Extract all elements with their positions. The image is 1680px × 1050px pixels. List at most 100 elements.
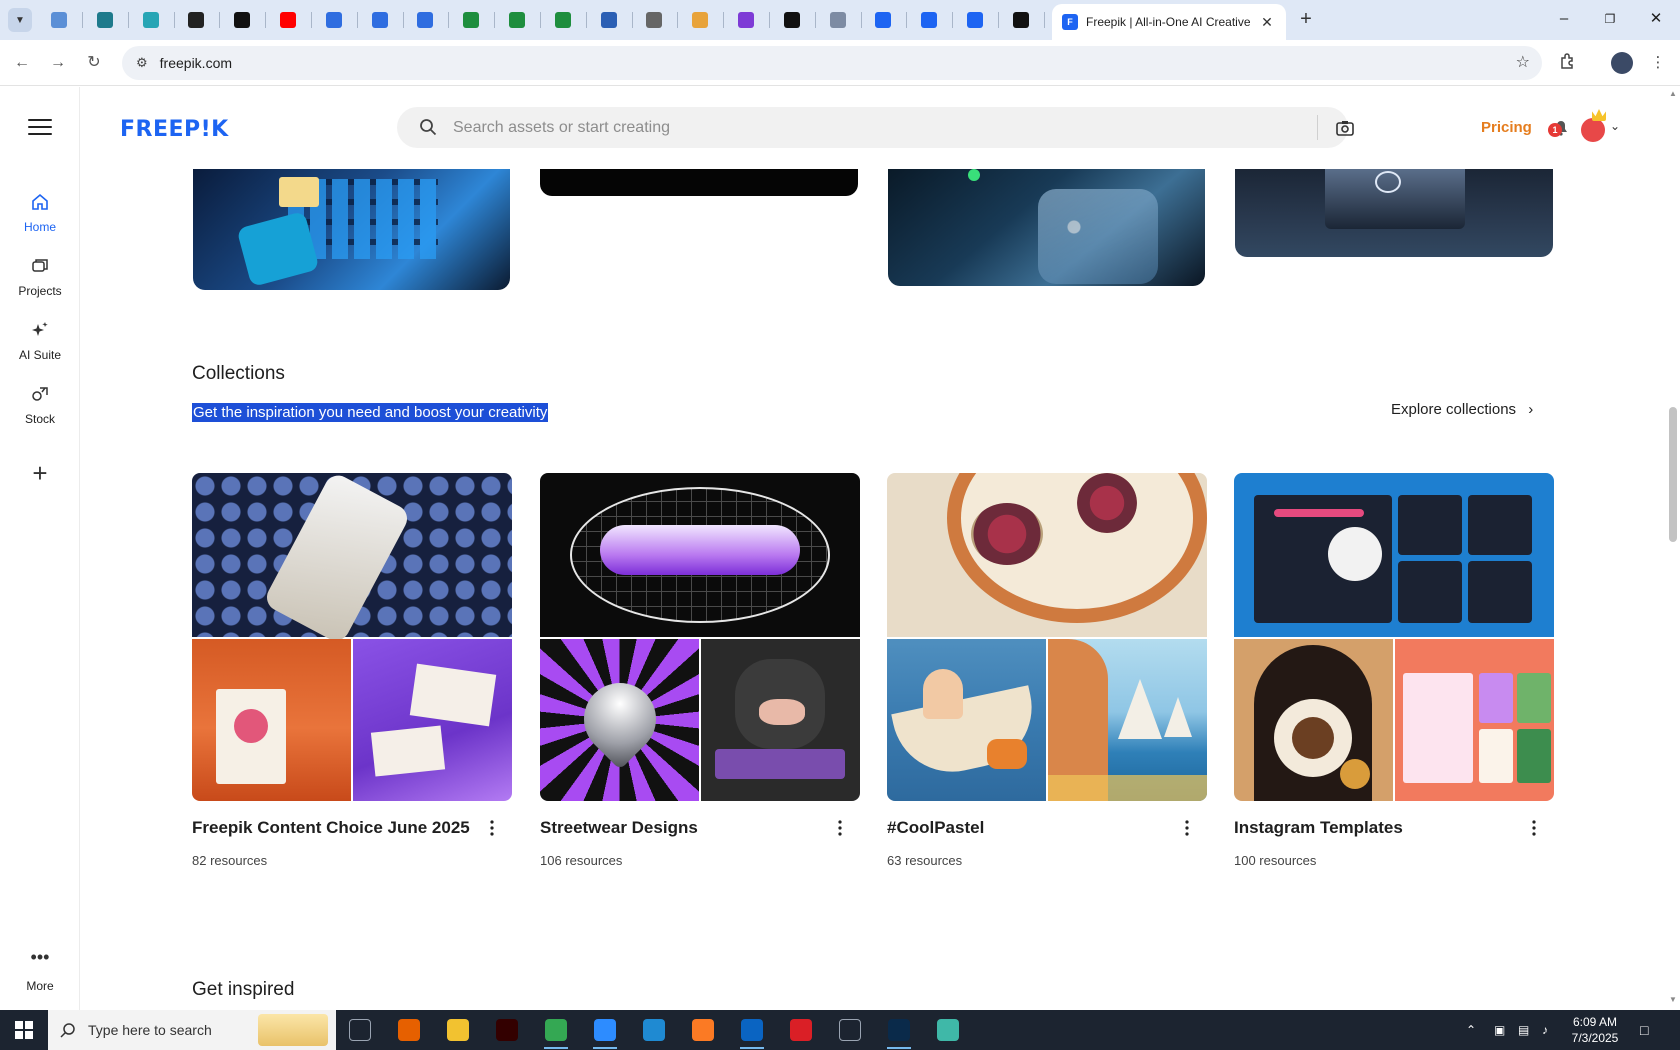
scrollbar-thumb[interactable] [1669, 407, 1677, 542]
collection-card[interactable]: Instagram Templates 100 resources [1234, 473, 1554, 868]
search-input[interactable] [453, 115, 1263, 140]
pinned-tab[interactable] [460, 9, 482, 31]
notification-center-icon[interactable]: □ [1640, 1010, 1648, 1050]
pinned-tab[interactable] [323, 9, 345, 31]
volume-icon[interactable]: ♪ [1542, 1010, 1548, 1050]
pinned-tab[interactable] [48, 9, 70, 31]
freepik-logo[interactable]: FREEP!K [120, 117, 229, 142]
add-plus-icon[interactable]: + [20, 454, 60, 494]
taskbar-app[interactable] [438, 1015, 478, 1045]
minimize-icon[interactable]: – [1544, 8, 1584, 32]
collection-thumbnail[interactable] [887, 473, 1207, 801]
pinned-tab[interactable] [185, 9, 207, 31]
collection-thumbnail[interactable] [192, 473, 512, 801]
pinned-tab[interactable] [277, 9, 299, 31]
address-bar[interactable]: ⚙ freepik.com ☆ [122, 46, 1542, 80]
taskbar-app[interactable] [487, 1015, 527, 1045]
sidebar-item-ai-suite[interactable]: AI Suite [0, 320, 80, 364]
camera-search-icon[interactable] [1335, 118, 1355, 138]
kebab-menu-icon[interactable] [1526, 819, 1542, 837]
scroll-down-arrow-icon[interactable]: ▼ [1669, 995, 1677, 1004]
taskbar-app[interactable] [340, 1015, 380, 1045]
taskbar-app[interactable] [389, 1015, 429, 1045]
pinned-tab[interactable] [872, 9, 894, 31]
taskbar-app[interactable] [536, 1015, 576, 1049]
start-button[interactable] [0, 1010, 48, 1050]
pinned-tab[interactable] [918, 9, 940, 31]
sidebar-item-home[interactable]: Home [0, 192, 80, 236]
show-hidden-icons-chevron-icon[interactable]: ⌃ [1466, 1010, 1476, 1050]
collection-card[interactable]: Freepik Content Choice June 2025 82 reso… [192, 473, 512, 868]
extensions-puzzle-icon[interactable] [1556, 52, 1580, 76]
pinned-tab[interactable] [506, 9, 528, 31]
taskbar-app[interactable] [732, 1015, 772, 1049]
pinned-tab[interactable] [552, 9, 574, 31]
top-image-card[interactable] [540, 169, 858, 196]
collection-name[interactable]: Freepik Content Choice June 2025 [192, 818, 482, 838]
collection-name[interactable]: Streetwear Designs [540, 818, 830, 838]
fig-bowl-image [887, 473, 1207, 637]
meet-now-icon[interactable]: ▣ [1494, 1010, 1505, 1050]
browser-menu-dots-icon[interactable]: ⋮ [1646, 52, 1670, 76]
close-window-icon[interactable]: ✕ [1636, 8, 1676, 32]
chevron-down-icon[interactable]: ⌄ [1610, 119, 1620, 133]
pinned-tab[interactable] [140, 9, 162, 31]
active-tab[interactable]: F Freepik | All-in-One AI Creative ✕ [1052, 4, 1286, 40]
sidebar-item-projects[interactable]: Projects [0, 256, 80, 300]
kebab-menu-icon[interactable] [484, 819, 500, 837]
taskbar-app[interactable] [781, 1015, 821, 1045]
pinned-tab[interactable] [643, 9, 665, 31]
kebab-menu-icon[interactable] [832, 819, 848, 837]
pinned-tab[interactable] [94, 9, 116, 31]
collection-card[interactable]: Streetwear Designs 106 resources [540, 473, 860, 868]
browser-profile-avatar[interactable] [1611, 52, 1633, 74]
pinned-tab[interactable] [689, 9, 711, 31]
top-image-card[interactable] [1235, 169, 1553, 257]
taskbar-app[interactable] [683, 1015, 723, 1045]
user-avatar[interactable] [1581, 118, 1605, 142]
pinned-tab[interactable] [369, 9, 391, 31]
address-url[interactable]: freepik.com [160, 55, 232, 71]
taskbar-app[interactable] [634, 1015, 674, 1045]
sidebar-item-stock[interactable]: Stock [0, 384, 80, 428]
tab-search-chevron-icon[interactable]: ▼ [8, 8, 32, 32]
taskbar-clock[interactable]: 6:09 AM 7/3/2025 [1565, 1014, 1625, 1046]
reload-icon[interactable]: ↻ [82, 51, 106, 75]
collection-thumbnail[interactable] [540, 473, 860, 801]
taskbar-search-box[interactable]: Type here to search [48, 1010, 336, 1050]
pinned-tab[interactable] [414, 9, 436, 31]
taskbar-app[interactable] [585, 1015, 625, 1049]
collection-name[interactable]: Instagram Templates [1234, 818, 1524, 838]
pinned-tab[interactable] [231, 9, 253, 31]
explore-collections-link[interactable]: Explore collections › [1391, 401, 1533, 418]
page-scrollbar[interactable]: ▲ ▼ [1666, 87, 1680, 1010]
collection-card[interactable]: #CoolPastel 63 resources [887, 473, 1207, 868]
site-settings-icon[interactable]: ⚙ [136, 55, 148, 71]
new-tab-plus-icon[interactable]: + [1294, 8, 1318, 32]
pricing-link[interactable]: Pricing [1481, 119, 1532, 136]
notifications-button[interactable]: 1 [1548, 120, 1568, 140]
kebab-menu-icon[interactable] [1179, 819, 1195, 837]
top-image-card[interactable] [193, 169, 510, 290]
back-arrow-icon[interactable]: ← [10, 51, 34, 75]
pinned-tab[interactable] [598, 9, 620, 31]
restore-icon[interactable]: ❐ [1590, 8, 1630, 32]
hamburger-menu-icon[interactable] [28, 119, 52, 137]
pinned-tab[interactable] [735, 9, 757, 31]
pinned-tab[interactable] [781, 9, 803, 31]
taskbar-app[interactable] [830, 1015, 870, 1045]
top-image-card[interactable] [888, 169, 1205, 286]
forward-arrow-icon[interactable]: → [46, 51, 70, 75]
pinned-tab[interactable] [827, 9, 849, 31]
taskbar-app[interactable] [879, 1015, 919, 1049]
scroll-up-arrow-icon[interactable]: ▲ [1669, 89, 1677, 98]
pinned-tab[interactable] [1010, 9, 1032, 31]
close-tab-icon[interactable]: ✕ [1258, 14, 1276, 31]
sidebar-item-more[interactable]: ••• More [0, 948, 80, 995]
bookmark-star-icon[interactable]: ☆ [1516, 52, 1530, 72]
taskbar-app[interactable] [928, 1015, 968, 1045]
network-icon[interactable]: ▤ [1518, 1010, 1529, 1050]
pinned-tab[interactable] [964, 9, 986, 31]
collection-name[interactable]: #CoolPastel [887, 818, 1177, 838]
collection-thumbnail[interactable] [1234, 473, 1554, 801]
